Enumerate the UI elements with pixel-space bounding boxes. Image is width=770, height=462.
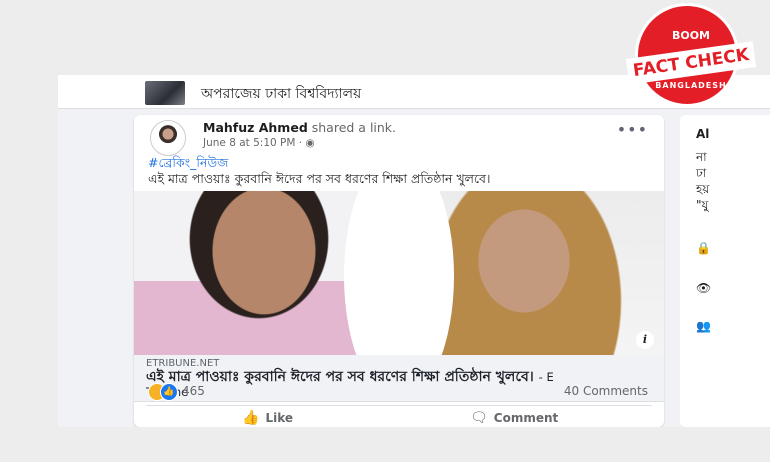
reaction-count: 465 <box>182 384 205 398</box>
shared-link-text: shared a link. <box>311 120 397 135</box>
post-meta: June 8 at 5:10 PM · ◉ <box>203 137 315 149</box>
comment-count[interactable]: 40 Comments <box>564 384 648 398</box>
globe-icon: ◉ <box>305 137 315 149</box>
group-info-panel: Al না ঢা হয় "যু 🔒 👁 👥 <box>680 115 770 427</box>
comment-label: Comment <box>493 411 559 425</box>
group-title[interactable]: অপরাজেয় ঢাকা বিশ্ববিদ্যালয় <box>201 82 361 106</box>
post-timestamp[interactable]: June 8 at 5:10 PM <box>203 137 295 149</box>
link-title: এই মাত্র পাওয়াঃ কুরবানি ঈদের পর সব ধরণে… <box>146 370 586 400</box>
info-icon[interactable]: i <box>636 331 654 349</box>
fact-check-badge: BOOM FACT CHECK BANGLADESH <box>621 3 761 107</box>
action-bar: 👍 Like 🗨 Comment <box>146 405 652 427</box>
lock-icon: 🔒 <box>696 241 711 255</box>
photo-divider <box>344 191 454 355</box>
panel-line: "যু <box>696 198 709 212</box>
comment-bubble-icon: 🗨 <box>470 410 488 426</box>
like-button[interactable]: 👍 Like <box>242 410 293 426</box>
post-text: এই মাত্র পাওয়াঃ কুরবানি ঈদের পর সব ধরণে… <box>148 171 491 186</box>
screenshot-frame: অপরাজেয় ঢাকা বিশ্ববিদ্যালয় Mahfuz Ahme… <box>58 75 770 427</box>
like-label: Like <box>265 411 293 425</box>
meta-separator: · <box>298 137 303 149</box>
link-preview-image[interactable]: i <box>134 191 664 355</box>
post-card: Mahfuz Ahmed shared a link. June 8 at 5:… <box>134 115 664 427</box>
badge-country: BANGLADESH <box>655 81 727 90</box>
badge-brand: BOOM <box>671 29 711 42</box>
group-thumbnail[interactable] <box>145 81 185 105</box>
like-reaction-icon: 👍 <box>160 383 178 401</box>
link-domain: ETRIBUNE.NET <box>146 358 220 369</box>
eye-icon: 👁 <box>696 281 712 295</box>
link-headline: এই মাত্র পাওয়াঃ কুরবানি ঈদের পর সব ধরণে… <box>146 369 534 385</box>
author-line: Mahfuz Ahmed shared a link. <box>203 120 396 135</box>
panel-heading: Al <box>696 127 710 141</box>
comment-button[interactable]: 🗨 Comment <box>470 410 558 426</box>
members-icon: 👥 <box>696 319 711 333</box>
thumbs-up-icon: 👍 <box>242 410 260 426</box>
author-name[interactable]: Mahfuz Ahmed <box>203 120 308 135</box>
more-options-button[interactable]: ••• <box>617 120 648 139</box>
avatar-image <box>156 125 180 149</box>
avatar[interactable] <box>150 120 186 156</box>
